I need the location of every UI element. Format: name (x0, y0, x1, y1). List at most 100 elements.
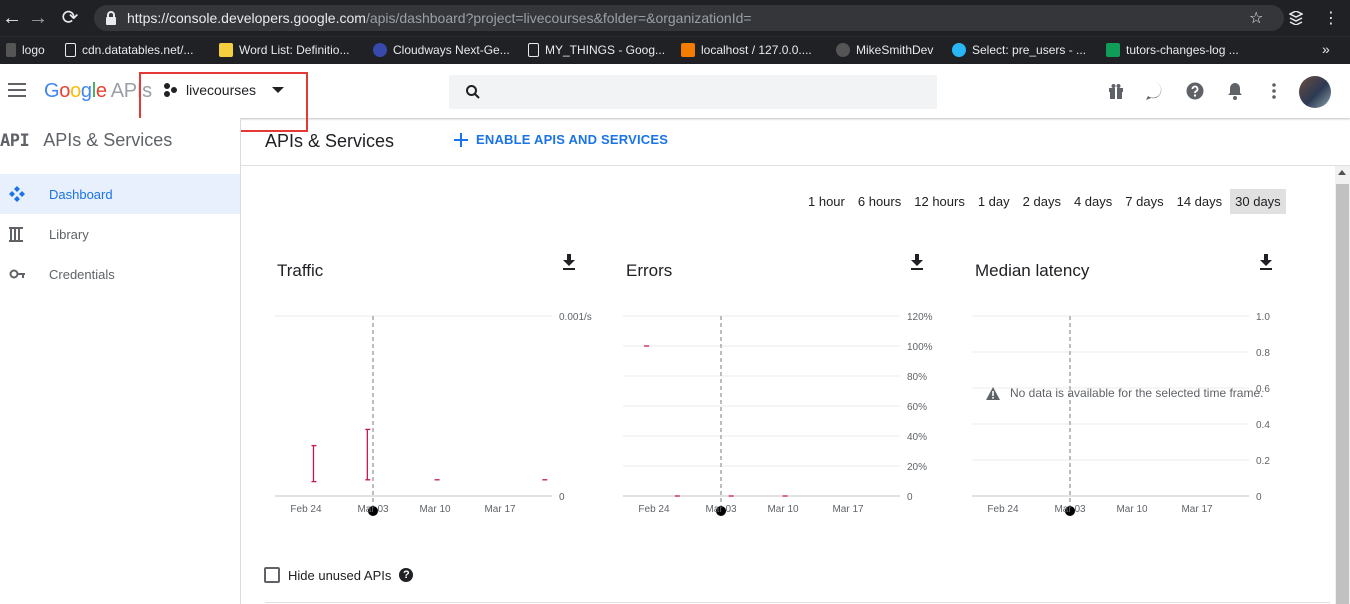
extension-icon[interactable] (1289, 11, 1303, 25)
y-tick-label: 20% (907, 462, 927, 473)
sidebar-item-dashboard[interactable]: Dashboard (0, 174, 240, 214)
library-icon (9, 227, 23, 242)
search-icon (466, 85, 480, 99)
bookmark-item[interactable]: logo (6, 43, 45, 57)
bookmarks-overflow-button[interactable]: » (1322, 41, 1330, 57)
sidebar-item-label: Dashboard (49, 186, 113, 202)
forward-arrow-icon[interactable]: → (26, 6, 50, 30)
y-tick-label: 0.8 (1256, 348, 1270, 359)
x-tick-label: Mar 03 (357, 504, 389, 515)
bookmark-item[interactable]: localhost / 127.0.0.... (681, 43, 812, 57)
time-range-button[interactable]: 2 days (1018, 189, 1066, 214)
time-range-button[interactable]: 14 days (1172, 189, 1228, 214)
lock-icon (106, 11, 116, 25)
x-tick-label: Mar 17 (484, 504, 516, 515)
x-tick-label: Mar 03 (705, 504, 737, 515)
key-icon (9, 269, 25, 279)
dashboard-icon (9, 186, 25, 202)
bookmark-item[interactable]: Cloudways Next-Ge... (373, 43, 510, 57)
hide-unused-apis-row: Hide unused APIs ? (264, 567, 414, 583)
user-avatar[interactable] (1299, 76, 1331, 108)
google-apis-logo[interactable]: Google APIs (44, 80, 152, 103)
sidebar-item-library[interactable]: Library (0, 214, 240, 254)
time-range-button[interactable]: 7 days (1120, 189, 1168, 214)
download-icon[interactable] (910, 254, 924, 270)
bell-icon[interactable] (1225, 81, 1245, 101)
bookmark-favicon (836, 43, 850, 57)
enable-apis-label: ENABLE APIS AND SERVICES (476, 132, 669, 147)
y-tick-label: 0 (907, 492, 913, 503)
download-icon[interactable] (562, 254, 576, 270)
y-tick-label: 120% (907, 312, 933, 323)
time-range-button[interactable]: 1 hour (803, 189, 850, 214)
search-bar[interactable] (449, 75, 937, 109)
chart-title: Errors (626, 261, 673, 280)
hide-unused-apis-label: Hide unused APIs (288, 567, 392, 583)
x-tick-label: Mar 10 (1116, 504, 1148, 515)
time-range-button[interactable]: 12 hours (909, 189, 970, 214)
browser-menu-icon[interactable]: ⋮ (1323, 8, 1339, 28)
sidebar-item-label: Credentials (49, 266, 115, 282)
bookmark-item[interactable]: MikeSmithDev (836, 43, 933, 57)
hide-unused-apis-checkbox[interactable] (264, 567, 280, 583)
bookmark-item[interactable]: tutors-changes-log ... (1106, 43, 1239, 57)
bookmark-item[interactable]: Word List: Definitio... (219, 43, 349, 57)
sheets-icon (1106, 43, 1120, 57)
chart-title: Traffic (277, 261, 324, 280)
feedback-icon[interactable] (1145, 81, 1165, 101)
traffic-chart: 0.001/s 0 Feb 24 Mar 03 Mar 10 Mar 17 Traffic (275, 250, 605, 520)
sidebar-item-credentials[interactable]: Credentials (0, 254, 240, 294)
errors-chart: 120% 100% 80% 60% 40% 20% 0 Feb 24 Mar 03 Mar 10 M… (623, 250, 953, 520)
reload-icon[interactable]: ⟳ (58, 6, 82, 30)
y-tick-label: 80% (907, 372, 927, 383)
cloud-icon (373, 43, 387, 57)
traffic-chart-svg: 0.001/s 0 Feb 24 Mar 03 Mar 10 Mar 17 (275, 312, 592, 516)
bookmark-item[interactable]: MY_THINGS - Goog... (528, 43, 665, 57)
hamburger-menu-icon[interactable] (8, 83, 26, 97)
url-text: https://console.developers.google.com/ap… (127, 10, 752, 26)
time-range-button[interactable]: 1 day (973, 189, 1015, 214)
y-tick-label: 0.4 (1256, 420, 1270, 431)
download-icon[interactable] (1259, 254, 1273, 270)
bookmark-favicon (6, 43, 16, 57)
help-icon[interactable] (1185, 81, 1205, 101)
bookmarks-bar: logo cdn.datatables.net/... Word List: D… (0, 36, 1350, 64)
bookmark-item[interactable]: Select: pre_users - ... (952, 43, 1086, 57)
scrollbar-thumb[interactable] (1336, 184, 1349, 604)
api-badge-icon: API (0, 130, 30, 151)
search-input[interactable] (493, 75, 923, 109)
page-title: APIs & Services (265, 131, 395, 151)
x-tick-label: Mar 03 (1054, 504, 1086, 515)
back-arrow-icon[interactable]: ← (0, 6, 24, 30)
star-icon[interactable]: ☆ (1249, 8, 1263, 28)
more-vert-icon[interactable] (1264, 81, 1284, 101)
y-tick-label: 1.0 (1256, 312, 1270, 323)
bookmark-favicon (681, 43, 695, 57)
y-tick-label: 0.2 (1256, 456, 1270, 467)
sidebar-title: APIs & Services (43, 130, 173, 150)
enable-apis-button[interactable]: ENABLE APIS AND SERVICES (454, 132, 668, 147)
time-range-button[interactable]: 30 days (1230, 189, 1286, 214)
gift-icon[interactable] (1106, 81, 1126, 101)
x-tick-label: Mar 10 (767, 504, 799, 515)
y-tick-label: 0.001/s (559, 312, 592, 323)
time-range-button[interactable]: 4 days (1069, 189, 1117, 214)
y-tick-label: 100% (907, 342, 933, 353)
median-latency-chart: 1.0 0.8 0.6 0.4 0.2 0 Feb 24 Mar 03 Mar 10 Mar 17… (972, 250, 1302, 520)
page-icon (65, 43, 76, 57)
sidebar-header: API APIs & Services (0, 130, 172, 151)
warning-icon (986, 386, 1000, 400)
logo-google-text: Google (44, 80, 107, 102)
x-tick-label: Mar 17 (1181, 504, 1213, 515)
time-range-selector: 1 hour 6 hours 12 hours 1 day 2 days 4 days 7 … (800, 189, 1286, 214)
divider (241, 165, 1350, 166)
bookmark-item[interactable]: cdn.datatables.net/... (65, 43, 193, 57)
no-data-text: No data is available for the selected ti… (1010, 386, 1264, 400)
scroll-up-arrow-icon[interactable] (1338, 170, 1346, 175)
time-range-button[interactable]: 6 hours (853, 189, 906, 214)
help-icon[interactable]: ? (399, 568, 414, 582)
latency-chart-svg: 1.00.80.60.40.20Feb 24 Mar 03 Mar 10 Mar 17 (972, 312, 1270, 516)
divider (265, 602, 1330, 603)
page-icon (528, 43, 539, 57)
x-tick-label: Feb 24 (987, 504, 1019, 515)
